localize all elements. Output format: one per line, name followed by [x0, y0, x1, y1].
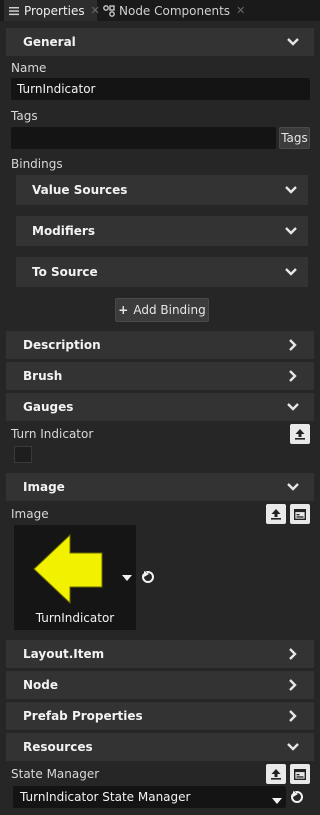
turn-indicator-checkbox[interactable] — [14, 446, 32, 463]
chevron-down-icon — [284, 183, 298, 197]
section-title: Prefab Properties — [23, 709, 143, 723]
section-title: General — [23, 35, 76, 49]
section-title: Image — [23, 480, 65, 494]
close-icon[interactable]: ✕ — [236, 4, 245, 17]
section-node[interactable]: Node — [6, 671, 314, 699]
tab-label: Node Components — [119, 3, 231, 18]
chevron-down-icon — [286, 35, 300, 49]
chevron-down-icon — [286, 740, 300, 754]
to-source-section[interactable]: To Source — [16, 257, 308, 287]
upload-icon — [270, 508, 282, 520]
section-title: Node — [23, 678, 59, 692]
chevron-right-icon — [286, 647, 300, 661]
chevron-right-icon — [286, 678, 300, 692]
dropdown-arrow-icon[interactable] — [121, 571, 133, 585]
section-layout-item[interactable]: Layout.Item — [6, 640, 314, 668]
tab-label: Properties — [24, 3, 85, 18]
modifiers-section[interactable]: Modifiers — [16, 216, 308, 246]
upload-icon — [294, 428, 306, 440]
tags-button[interactable]: Tags — [279, 127, 310, 149]
section-brush[interactable]: Brush — [6, 362, 314, 390]
node-components-icon — [103, 4, 115, 17]
chevron-down-icon — [286, 400, 300, 414]
properties-icon — [9, 6, 19, 16]
tags-label: Tags — [11, 109, 38, 123]
arrow-left-image — [33, 533, 103, 605]
upload-button[interactable] — [266, 504, 286, 524]
image-thumbnail[interactable]: TurnIndicator — [14, 525, 136, 630]
section-title: Gauges — [23, 400, 74, 414]
chevron-down-icon — [284, 224, 298, 238]
section-title: To Source — [32, 265, 98, 279]
name-label: Name — [11, 61, 47, 75]
state-manager-value: TurnIndicator State Manager — [20, 790, 191, 804]
state-manager-label: State Manager — [11, 767, 100, 781]
tags-button-label: Tags — [281, 131, 308, 145]
chevron-right-icon — [286, 709, 300, 723]
browse-icon — [294, 768, 306, 780]
dropdown-arrow-icon[interactable] — [271, 794, 283, 808]
chevron-down-icon — [284, 265, 298, 279]
section-title: Layout.Item — [23, 647, 105, 661]
bindings-label: Bindings — [11, 157, 63, 171]
name-field[interactable]: TurnIndicator — [11, 78, 310, 100]
section-general[interactable]: General — [6, 28, 314, 56]
section-description[interactable]: Description — [6, 331, 314, 359]
add-binding-button[interactable]: + Add Binding — [115, 298, 209, 322]
browse-button[interactable] — [290, 764, 310, 784]
section-image[interactable]: Image — [6, 473, 314, 501]
tab-properties[interactable]: Properties ✕ — [4, 0, 100, 21]
chevron-down-icon — [286, 480, 300, 494]
browse-button[interactable] — [290, 504, 310, 524]
section-title: Value Sources — [32, 183, 128, 197]
tags-field[interactable] — [11, 127, 276, 149]
reset-icon[interactable] — [290, 790, 304, 807]
image-label: Image — [11, 507, 49, 521]
state-manager-select[interactable]: TurnIndicator State Manager — [13, 786, 286, 808]
upload-button[interactable] — [290, 424, 310, 444]
section-resources[interactable]: Resources — [6, 733, 314, 761]
section-title: Description — [23, 338, 101, 352]
name-value: TurnIndicator — [17, 82, 96, 96]
reset-icon[interactable] — [141, 570, 155, 587]
close-icon[interactable]: ✕ — [91, 4, 100, 17]
thumbnail-caption: TurnIndicator — [35, 611, 115, 625]
section-title: Brush — [23, 369, 63, 383]
upload-icon — [270, 768, 282, 780]
plus-icon: + — [118, 303, 129, 317]
turn-indicator-label: Turn Indicator — [11, 427, 94, 441]
value-sources-section[interactable]: Value Sources — [16, 175, 308, 205]
upload-button[interactable] — [266, 764, 286, 784]
add-binding-label: Add Binding — [133, 303, 206, 317]
chevron-right-icon — [286, 338, 300, 352]
section-gauges[interactable]: Gauges — [6, 393, 314, 421]
chevron-right-icon — [286, 369, 300, 383]
tab-node-components[interactable]: Node Components ✕ — [103, 0, 248, 21]
section-title: Modifiers — [32, 224, 95, 238]
section-prefab-properties[interactable]: Prefab Properties — [6, 702, 314, 730]
browse-icon — [294, 508, 306, 520]
section-title: Resources — [23, 740, 93, 754]
